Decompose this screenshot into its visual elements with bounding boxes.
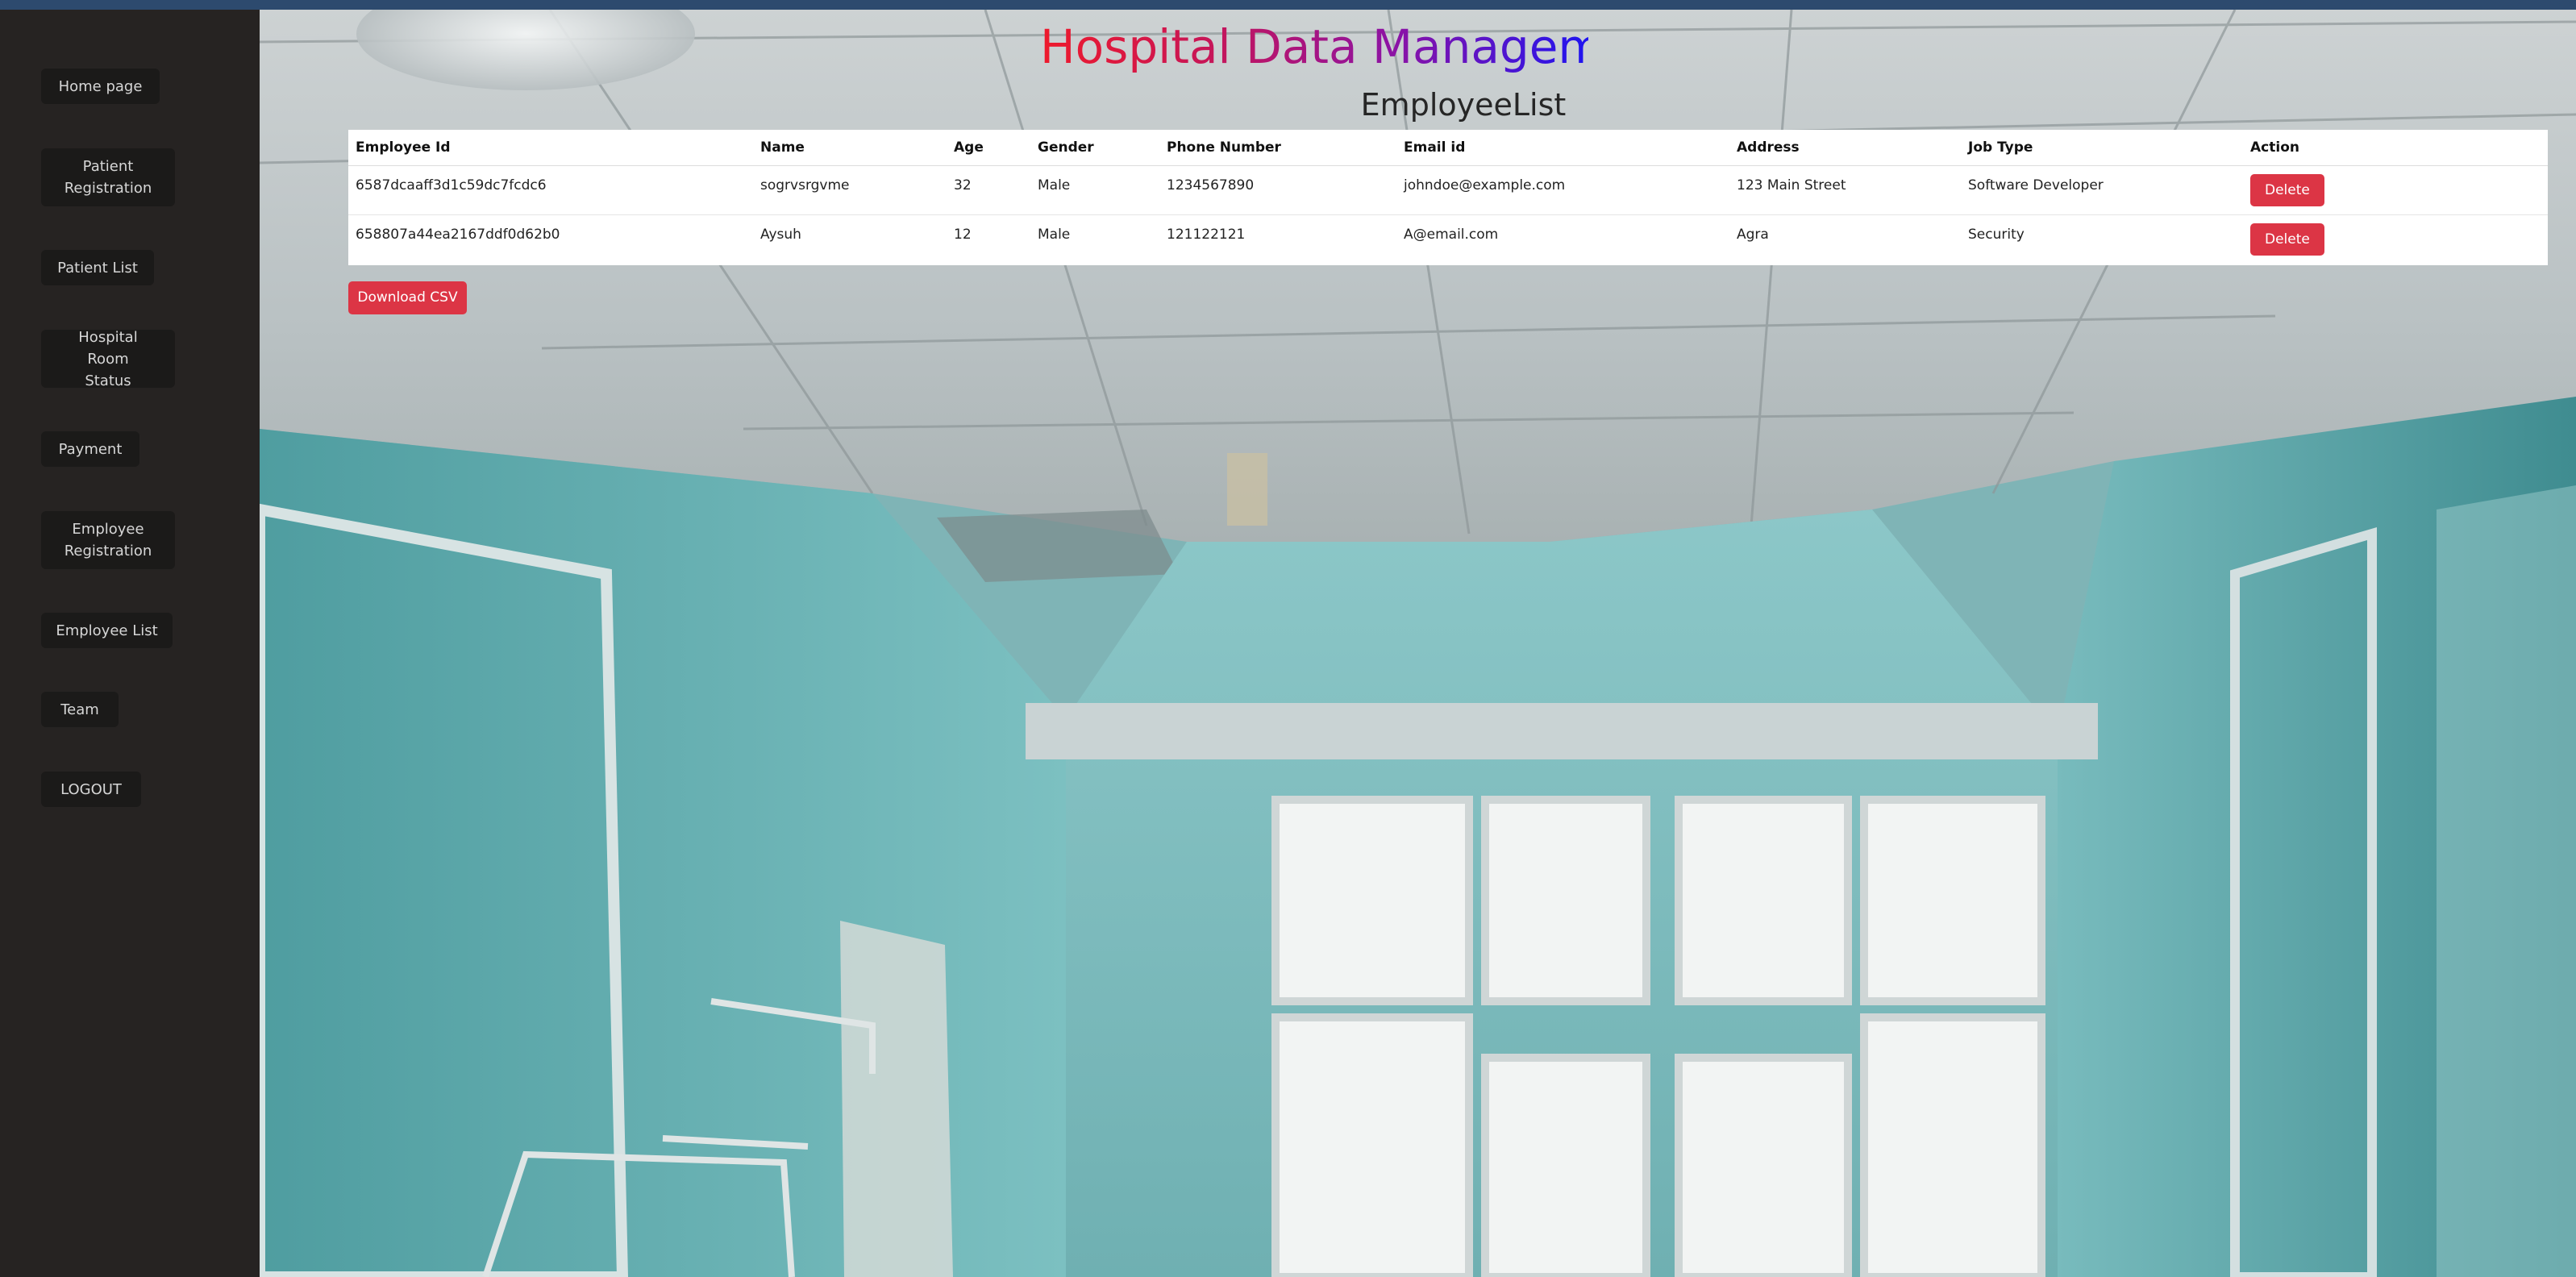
sidebar-item-patient-registration[interactable]: Patient Registration bbox=[41, 148, 175, 206]
sidebar-item-home-page[interactable]: Home page bbox=[41, 69, 160, 104]
page-title: EmployeeList bbox=[1360, 87, 1567, 123]
sidebar-item-logout[interactable]: LOGOUT bbox=[41, 772, 141, 807]
cell-name: Aysuh bbox=[760, 227, 801, 243]
cell-email-id: johndoe@example.com bbox=[1396, 165, 1729, 215]
cell-job-type: Security bbox=[1968, 227, 2025, 243]
table-header-row: Employee Id Name Age Gender Phone Number… bbox=[348, 130, 2548, 166]
sidebar-item-hospital-room-status[interactable]: Hospital Room Status bbox=[41, 329, 175, 389]
cell-action: Delete bbox=[2243, 165, 2548, 215]
cell-name: sogrvsrgvme bbox=[753, 165, 947, 215]
employee-table-container: Employee Id Name Age Gender Phone Number… bbox=[348, 130, 2548, 265]
cell-action: Delete bbox=[2243, 215, 2548, 264]
column-header-name: Name bbox=[753, 130, 947, 166]
app-title: Hospital Data Management bbox=[1040, 19, 1681, 74]
cell-gender: Male bbox=[1038, 227, 1071, 243]
sidebar-item-payment[interactable]: Payment bbox=[41, 431, 139, 467]
column-header-action: Action bbox=[2243, 130, 2548, 166]
cell-employee-id: 658807a44ea2167ddf0d62b0 bbox=[356, 227, 560, 243]
cell-address: Agra bbox=[1737, 227, 1769, 243]
column-header-email-id: Email id bbox=[1396, 130, 1729, 166]
cell-email-id: A@email.com bbox=[1404, 227, 1499, 243]
column-header-job-type: Job Type bbox=[1961, 130, 2243, 166]
column-header-address: Address bbox=[1729, 130, 1961, 166]
sidebar-item-employee-registration[interactable]: Employee Registration bbox=[41, 511, 175, 569]
cell-employee-id: 6587dcaaff3d1c59dc7fcdc6 bbox=[348, 165, 753, 215]
table-row: 6587dcaaff3d1c59dc7fcdc6 sogrvsrgvme 32 … bbox=[348, 165, 2548, 215]
cell-address: 123 Main Street bbox=[1729, 165, 1961, 215]
table-row: 658807a44ea2167ddf0d62b0 Aysuh 12 Male 1… bbox=[348, 215, 2548, 264]
sidebar-item-employee-list[interactable]: Employee List bbox=[41, 613, 173, 648]
delete-button[interactable]: Delete bbox=[2250, 223, 2324, 256]
column-header-phone-number: Phone Number bbox=[1159, 130, 1396, 166]
cell-age: 32 bbox=[947, 165, 1030, 215]
sidebar-item-patient-list[interactable]: Patient List bbox=[41, 250, 154, 285]
sidebar-nav: Home page Patient Registration Patient L… bbox=[0, 10, 260, 1277]
employee-table: Employee Id Name Age Gender Phone Number… bbox=[348, 130, 2548, 264]
download-csv-button[interactable]: Download CSV bbox=[348, 281, 467, 314]
top-bar bbox=[0, 0, 2576, 10]
sidebar-item-team[interactable]: Team bbox=[41, 692, 119, 727]
cell-phone-number: 1234567890 bbox=[1159, 165, 1396, 215]
column-header-employee-id: Employee Id bbox=[348, 130, 753, 166]
cell-gender: Male bbox=[1030, 165, 1159, 215]
column-header-gender: Gender bbox=[1030, 130, 1159, 166]
cell-job-type: Software Developer bbox=[1961, 165, 2243, 215]
cell-phone-number: 121122121 bbox=[1167, 227, 1246, 243]
cell-age: 12 bbox=[954, 227, 972, 243]
delete-button[interactable]: Delete bbox=[2250, 174, 2324, 206]
column-header-age: Age bbox=[947, 130, 1030, 166]
